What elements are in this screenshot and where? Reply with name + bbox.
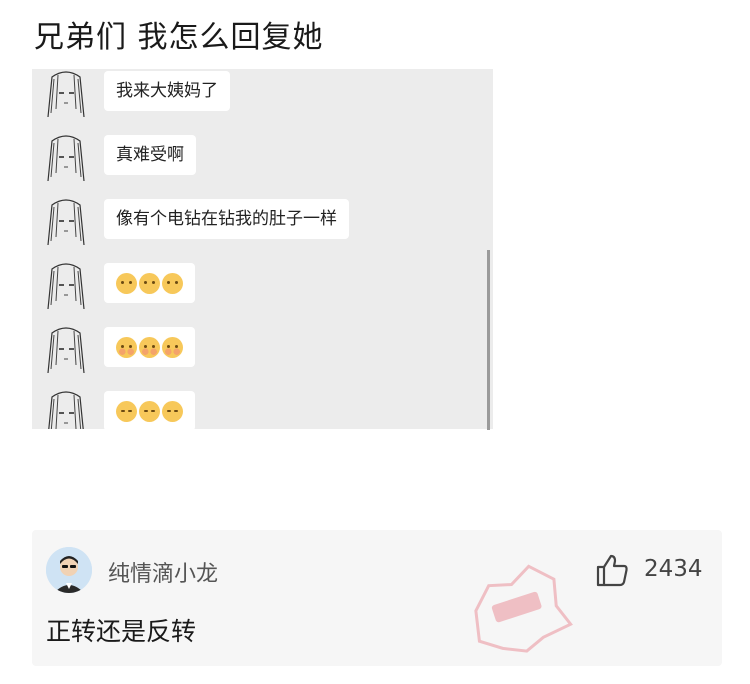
chat-message: 像有个电钻在钻我的肚子一样 <box>32 197 493 261</box>
anime-girl-avatar-icon <box>42 197 90 245</box>
awkward-face-icon <box>162 272 183 294</box>
chat-message: 我来大姨妈了 <box>32 69 493 133</box>
post-title: 兄弟们 我怎么回复她 <box>34 20 324 55</box>
crying-face-icon <box>116 400 137 422</box>
anime-girl-avatar-icon <box>42 389 90 429</box>
chat-message <box>32 389 493 429</box>
message-bubble: 我来大姨妈了 <box>104 71 230 111</box>
commenter-username[interactable]: 纯情滴小龙 <box>108 556 218 588</box>
anime-girl-avatar-icon <box>42 69 90 117</box>
chat-scrollbar <box>487 250 490 430</box>
emoji-bubble <box>104 263 195 303</box>
crying-face-icon <box>139 400 160 422</box>
blush-face-icon <box>139 336 160 358</box>
like-count: 2434 <box>644 556 703 582</box>
chat-screenshot: 我来大姨妈了 真难受啊 像有个电钻在钻我的肚子一样 <box>32 69 493 429</box>
sunglasses-man-avatar-icon <box>46 547 92 593</box>
chat-message <box>32 261 493 325</box>
chat-message: 真难受啊 <box>32 133 493 197</box>
blush-face-icon <box>116 336 137 358</box>
message-bubble: 真难受啊 <box>104 135 196 175</box>
anime-girl-avatar-icon <box>42 133 90 181</box>
awkward-face-icon <box>116 272 137 294</box>
comment-card: 纯情滴小龙 2434 正转还是反转 <box>32 530 722 666</box>
watermark-stamp <box>474 564 573 653</box>
message-bubble: 像有个电钻在钻我的肚子一样 <box>104 199 349 239</box>
blush-face-icon <box>162 336 183 358</box>
comment-text: 正转还是反转 <box>46 617 197 646</box>
emoji-bubble <box>104 391 195 429</box>
chat-message <box>32 325 493 389</box>
anime-girl-avatar-icon <box>42 261 90 309</box>
commenter-avatar[interactable] <box>46 547 92 593</box>
crying-face-icon <box>162 400 183 422</box>
emoji-bubble <box>104 327 195 367</box>
anime-girl-avatar-icon <box>42 325 90 373</box>
thumbs-up-icon[interactable] <box>594 552 630 588</box>
awkward-face-icon <box>139 272 160 294</box>
